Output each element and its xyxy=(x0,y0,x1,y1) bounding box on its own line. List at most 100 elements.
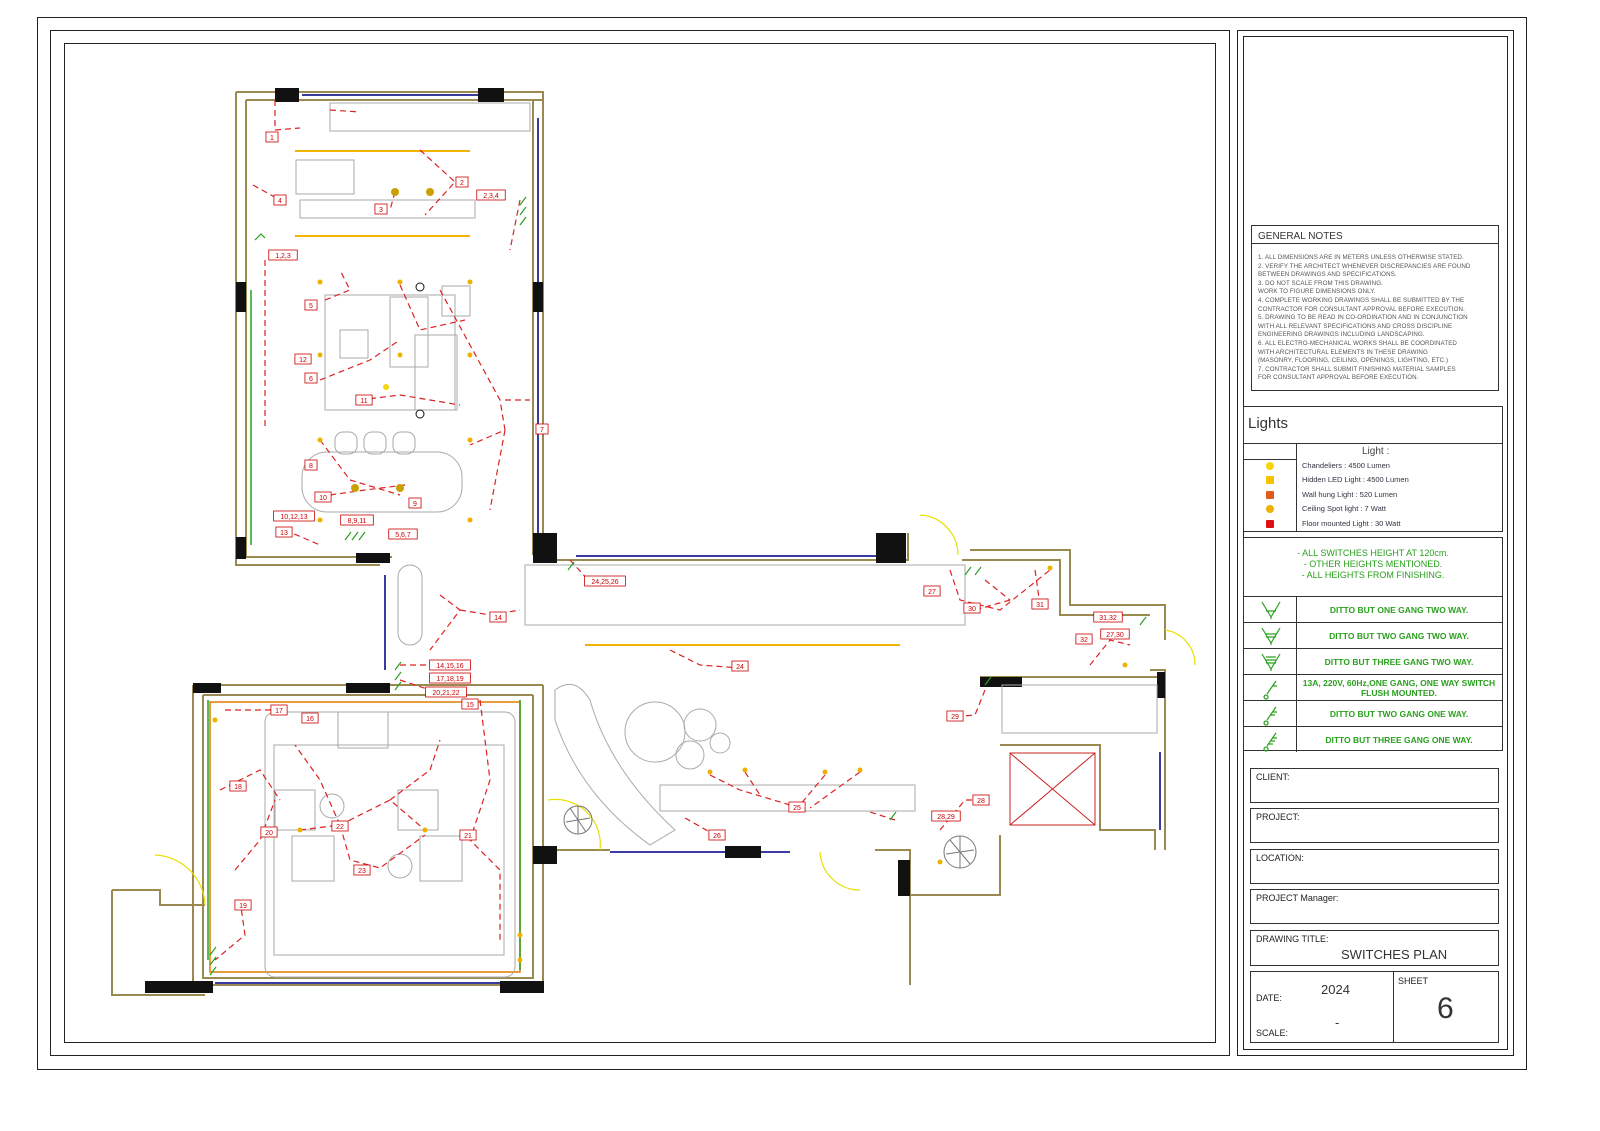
circuit-tag: 13 xyxy=(275,526,293,538)
circuit-tag: 23 xyxy=(353,864,371,876)
general-note-line: 6. ALL ELECTRO-MECHANICAL WORKS SHALL BE… xyxy=(1258,340,1458,347)
circuit-tag: 31 xyxy=(1031,598,1049,610)
lights-legend-label: Wall hung Light : 520 Lumen xyxy=(1302,489,1398,499)
windows xyxy=(215,94,1161,984)
circuit-tag-label: 15 xyxy=(466,702,474,709)
circuit-tag-label: 1,2,3 xyxy=(275,253,291,260)
circuit-tag: 10 xyxy=(314,491,332,503)
circuit-tag: 4 xyxy=(273,194,287,206)
circuit-tag-label: 13 xyxy=(280,530,288,537)
manager-label: PROJECT Manager: xyxy=(1256,893,1339,903)
switch-legend-label: DITTO BUT THREE GANG ONE WAY. xyxy=(1325,735,1473,745)
switch-symbols xyxy=(209,196,1147,976)
date-scale-field: DATE: 2024 SCALE: - SHEET 6 xyxy=(1250,971,1499,1043)
circuit-tag-label: 27 xyxy=(928,589,936,596)
circuit-tag-label: 8,9,11 xyxy=(348,518,367,525)
circuit-tag: 8 xyxy=(304,459,318,471)
circuit-tag-label: 6 xyxy=(309,376,313,383)
circuit-tag: 5,6,7 xyxy=(388,528,418,540)
chandelier-icon xyxy=(1266,462,1274,470)
switch-one-gang-one-way-icon xyxy=(1263,680,1277,700)
circuit-tag: 11 xyxy=(355,394,373,406)
switch-note-2: - OTHER HEIGHTS MENTIONED. xyxy=(1303,559,1443,569)
furniture xyxy=(264,102,1158,978)
circuit-tag-label: 8 xyxy=(309,463,313,470)
wall-light-icon xyxy=(1266,490,1274,499)
client-label: CLIENT: xyxy=(1256,772,1290,782)
circuit-tag-label: 2,3,4 xyxy=(483,193,499,200)
switch-note-3: - ALL HEIGHTS FROM FINISHING. xyxy=(1301,570,1445,580)
drawing-title-field: DRAWING TITLE: SWITCHES PLAN xyxy=(1250,930,1499,966)
circuit-tags: 1234567891011121314151617181920 212223242… xyxy=(229,131,1130,911)
switch-one-gang-two-way-icon xyxy=(1261,601,1281,619)
circuit-tag-label: 21 xyxy=(464,833,472,840)
walls xyxy=(111,91,1166,996)
circuit-tag: 8,9,11 xyxy=(340,514,374,526)
scale-label: SCALE: xyxy=(1256,1028,1289,1038)
general-note-line: 1. ALL DIMENSIONS ARE IN METERS UNLESS O… xyxy=(1258,254,1464,261)
circuit-tag: 21 xyxy=(459,829,477,841)
circuit-tag: 6 xyxy=(304,372,318,384)
circuit-tag: 17 xyxy=(270,704,288,716)
circuit-tag: 24,25,26 xyxy=(584,575,626,587)
switch-legend-row: DITTO BUT THREE GANG TWO WAY. xyxy=(1244,648,1502,675)
circuit-tag-label: 1 xyxy=(270,135,274,142)
circuit-tag-label: 4 xyxy=(278,198,282,205)
circuit-tag-label: 5,6,7 xyxy=(395,532,411,539)
lights-legend-row: Ceiling Spot light : 7 Watt xyxy=(1244,502,1502,516)
general-note-line: ENGINEERING DRAWINGS INCLUDING LANDSCAPI… xyxy=(1258,331,1425,339)
floor-light-icon xyxy=(1266,519,1274,528)
switch-legend-label: DITTO BUT ONE GANG TWO WAY. xyxy=(1329,605,1469,615)
manager-field: PROJECT Manager: xyxy=(1250,889,1499,924)
lights-title: Lights xyxy=(1248,415,1289,432)
drawing-title-label: DRAWING TITLE: xyxy=(1256,934,1329,944)
circuit-tag: 24 xyxy=(731,660,749,672)
circuit-tag: 15 xyxy=(461,698,479,710)
circuit-tag-label: 9 xyxy=(413,501,417,508)
circuit-tag: 22 xyxy=(331,820,349,832)
lights-header: Light : xyxy=(1362,446,1390,457)
circuit-tag: 32 xyxy=(1075,633,1093,645)
switch-legend-row: DITTO BUT ONE GANG TWO WAY. xyxy=(1244,596,1502,623)
general-note-line: 3. DO NOT SCALE FROM THIS DRAWING. xyxy=(1258,279,1383,287)
hidden-led-icon xyxy=(1266,476,1274,485)
circuit-tag: 28,29 xyxy=(931,810,961,822)
general-note-line: WITH ARCHITECTURAL ELEMENTS IN THESE DRA… xyxy=(1258,348,1428,356)
client-field: CLIENT: xyxy=(1250,768,1499,803)
switch-legend: - ALL SWITCHES HEIGHT AT 120cm. - OTHER … xyxy=(1243,537,1503,752)
circuit-tag-label: 32 xyxy=(1080,637,1088,644)
sheet-number: 6 xyxy=(1437,992,1454,1025)
lights-legend-label: Floor mounted Light : 30 Watt xyxy=(1302,518,1401,528)
date-value: 2024 xyxy=(1321,982,1350,997)
light-fixtures xyxy=(212,188,1128,963)
circuit-tag-label: 17,18,19 xyxy=(436,676,463,683)
circuit-tag-label: 19 xyxy=(239,903,247,910)
circuit-tag-label: 14,15,16 xyxy=(436,663,463,670)
lights-legend: Lights Light : Chandeliers : 4500 Lumen H… xyxy=(1243,406,1503,532)
drawing-title: SWITCHES PLAN xyxy=(1341,947,1448,962)
switch-legend-row: DITTO BUT TWO GANG TWO WAY. xyxy=(1244,622,1502,649)
circuit-tag-label: 3 xyxy=(379,207,383,214)
circuit-tag: 3 xyxy=(374,203,388,215)
project-field: PROJECT: xyxy=(1250,808,1499,843)
circuit-tag: 2 xyxy=(455,176,469,188)
lights-legend-row: Hidden LED Light : 4500 Lumen xyxy=(1244,473,1502,487)
location-field: LOCATION: xyxy=(1250,849,1499,884)
circuit-tag-label: 12 xyxy=(299,357,307,364)
circuit-tag-label: 5 xyxy=(309,303,313,310)
circuit-tag-label: 14 xyxy=(494,615,502,622)
general-note-line: FOR CONSULTANT APPROVAL BEFORE EXECUTION… xyxy=(1258,374,1419,382)
circuit-tag: 5 xyxy=(304,299,318,311)
general-note-line: 4. COMPLETE WORKING DRAWINGS SHALL BE SU… xyxy=(1258,297,1465,304)
circuit-tag: 20 xyxy=(260,826,278,838)
project-label: PROJECT: xyxy=(1256,812,1300,822)
switch-legend-row: DITTO BUT TWO GANG ONE WAY. xyxy=(1244,700,1502,727)
circuit-tag-label: 23 xyxy=(358,868,366,875)
circuit-tag-label: 10,12,13 xyxy=(280,514,307,521)
circuit-tag: 7 xyxy=(535,423,549,435)
circuit-tag: 16 xyxy=(301,712,319,724)
circuit-tag-label: 25 xyxy=(793,805,801,812)
circuit-tag: 1 xyxy=(265,131,279,143)
circuit-tag-label: 11 xyxy=(360,398,367,405)
circuit-tag-label: 24,25,26 xyxy=(591,579,618,586)
